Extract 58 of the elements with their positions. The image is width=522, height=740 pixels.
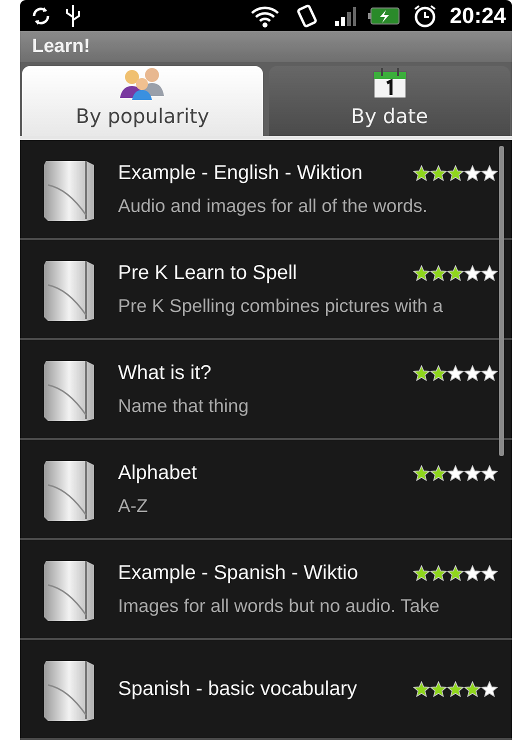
star-icon <box>464 264 481 282</box>
list-item[interactable]: Example - Spanish - Wiktio Images for all words but no audio. Take <box>20 540 512 640</box>
item-description: A-Z <box>118 494 149 516</box>
star-icon <box>430 564 447 582</box>
star-icon <box>464 464 481 482</box>
star-icon <box>464 164 481 182</box>
star-icon <box>481 680 498 698</box>
item-title: Example - English - Wiktion <box>118 162 363 184</box>
app-title: Learn! <box>32 36 90 58</box>
item-description: Pre K Spelling combines pictures with a <box>118 294 444 316</box>
alarm-icon <box>412 2 438 28</box>
item-title: What is it? <box>118 362 212 384</box>
list-item[interactable]: Example - English - Wiktion Audio and images for all of the words. <box>20 140 512 240</box>
star-icon <box>464 364 481 382</box>
item-title: Pre K Learn to Spell <box>118 262 297 284</box>
calendar-icon <box>372 66 408 100</box>
star-icon <box>464 680 481 698</box>
item-title: Example - Spanish - Wiktio <box>118 562 358 584</box>
star-icon <box>413 364 430 382</box>
star-icon <box>481 264 498 282</box>
star-icon <box>447 364 464 382</box>
star-icon <box>430 164 447 182</box>
battery-icon <box>368 6 400 26</box>
star-icon <box>413 464 430 482</box>
star-icon <box>481 464 498 482</box>
signal-icon <box>334 6 356 26</box>
star-icon <box>447 564 464 582</box>
usb-icon <box>64 2 82 28</box>
star-icon <box>447 264 464 282</box>
item-title: Alphabet <box>118 462 197 484</box>
star-icon <box>481 364 498 382</box>
item-description: Images for all words but no audio. Take <box>118 594 441 616</box>
item-title: Spanish - basic vocabulary <box>118 678 358 700</box>
star-icon <box>481 164 498 182</box>
people-icon <box>118 66 166 100</box>
wifi-icon <box>250 4 280 28</box>
star-icon <box>413 680 430 698</box>
star-icon <box>447 680 464 698</box>
tab[interactable]: By popularity <box>22 66 263 136</box>
list-item[interactable]: Spanish - basic vocabulary <box>20 640 512 740</box>
list-item[interactable]: Alphabet A-Z <box>20 440 512 540</box>
item-description: Audio and images for all of the words. <box>118 194 429 216</box>
star-icon <box>413 264 430 282</box>
tab[interactable]: By date <box>269 66 510 136</box>
star-icon <box>481 564 498 582</box>
star-icon <box>430 464 447 482</box>
list-item[interactable]: Pre K Learn to Spell Pre K Spelling combines pictures with a <box>20 240 512 340</box>
star-icon <box>447 164 464 182</box>
star-icon <box>413 564 430 582</box>
star-icon <box>413 164 430 182</box>
list-item[interactable]: What is it? Name that thing <box>20 340 512 440</box>
item-description: Name that thing <box>118 394 250 416</box>
star-icon <box>447 464 464 482</box>
star-icon <box>430 364 447 382</box>
star-icon <box>430 680 447 698</box>
star-icon <box>464 564 481 582</box>
clock-time: 20:24 <box>450 2 506 28</box>
star-icon <box>430 264 447 282</box>
